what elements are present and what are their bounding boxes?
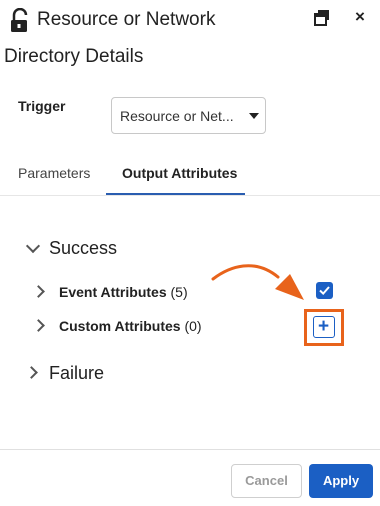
cancel-button[interactable]: Cancel <box>231 464 302 498</box>
chevron-right-icon[interactable] <box>32 319 45 332</box>
chevron-right-icon[interactable] <box>25 366 38 379</box>
add-custom-attribute-button[interactable]: + <box>313 316 335 338</box>
tab-bar: Parameters Output Attributes <box>0 153 380 196</box>
success-section-label[interactable]: Success <box>49 238 117 259</box>
tab-output-attributes[interactable]: Output Attributes <box>122 165 237 181</box>
chevron-down-icon <box>249 113 259 119</box>
custom-attributes-label: Custom Attributes <box>59 318 181 334</box>
trigger-select[interactable]: Resource or Net... <box>111 97 266 134</box>
tabs-divider <box>0 195 380 196</box>
dialog-title: Resource or Network <box>37 9 216 30</box>
footer-divider <box>0 449 380 450</box>
trigger-label: Trigger <box>18 98 66 114</box>
failure-section-label[interactable]: Failure <box>49 363 104 384</box>
close-icon[interactable]: × <box>351 8 369 26</box>
chevron-down-icon[interactable] <box>25 238 41 254</box>
dialog-subtitle: Directory Details <box>4 46 144 67</box>
event-attributes-checkbox[interactable] <box>316 282 333 299</box>
unlocked-padlock-icon <box>11 8 28 32</box>
custom-attributes-row[interactable]: Custom Attributes (0) <box>59 318 202 334</box>
event-attributes-count: (5) <box>170 284 188 300</box>
event-attributes-label: Event Attributes <box>59 284 167 300</box>
annotation-arrow-icon <box>211 264 304 300</box>
event-attributes-row[interactable]: Event Attributes (5) <box>59 284 188 300</box>
tab-parameters[interactable]: Parameters <box>18 165 90 181</box>
chevron-right-icon[interactable] <box>32 285 45 298</box>
custom-attributes-count: (0) <box>184 318 202 334</box>
trigger-selected-value: Resource or Net... <box>120 108 234 124</box>
checkmark-icon <box>319 286 330 296</box>
plus-icon: + <box>317 316 330 337</box>
popout-window-icon[interactable] <box>313 9 331 27</box>
apply-button[interactable]: Apply <box>309 464 373 498</box>
dialog-header: Resource or Network Directory Details × <box>0 0 380 78</box>
